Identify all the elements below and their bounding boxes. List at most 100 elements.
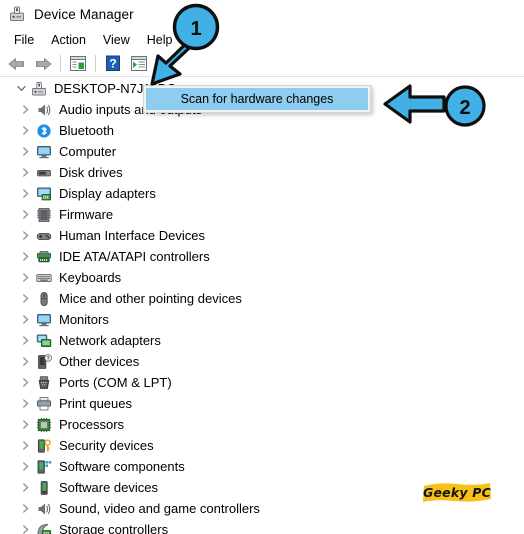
chevron-right-icon[interactable] xyxy=(18,288,32,309)
chevron-right-icon[interactable] xyxy=(18,141,32,162)
menu-view[interactable]: View xyxy=(97,31,141,49)
software-device-icon xyxy=(36,480,52,496)
forward-button[interactable] xyxy=(30,53,56,75)
chevron-right-icon[interactable] xyxy=(18,162,32,183)
tree-item-label: Mice and other pointing devices xyxy=(59,290,242,306)
tree-item-label: Other devices xyxy=(59,353,140,369)
chevron-right-icon[interactable] xyxy=(18,309,32,330)
network-adapter-icon xyxy=(36,333,52,349)
chevron-right-icon[interactable] xyxy=(18,414,32,435)
tree-item[interactable]: Computer xyxy=(0,141,524,162)
toolbar-separator xyxy=(156,55,157,72)
computer-root-icon xyxy=(31,81,47,97)
chevron-right-icon[interactable] xyxy=(18,393,32,414)
tree-item[interactable]: Keyboards xyxy=(0,267,524,288)
tree-item-label: IDE ATA/ATAPI controllers xyxy=(59,248,210,264)
tree-item-label: Software components xyxy=(59,458,185,474)
chevron-right-icon[interactable] xyxy=(18,183,32,204)
tree-item-label: Disk drives xyxy=(59,164,123,180)
tree-item-label: Security devices xyxy=(59,437,154,453)
tree-item-label: Keyboards xyxy=(59,269,122,285)
tree-item-label: Firmware xyxy=(59,206,114,222)
properties-button[interactable] xyxy=(65,53,91,75)
toolbar-separator xyxy=(60,55,61,72)
bluetooth-icon xyxy=(36,123,52,139)
tree-item-label: Bluetooth xyxy=(59,122,114,138)
port-connector-icon xyxy=(36,375,52,391)
tree-item[interactable]: Storage controllers xyxy=(0,519,524,534)
speaker-icon xyxy=(36,501,52,517)
scan-for-hardware-changes-item[interactable]: Scan for hardware changes xyxy=(146,88,368,110)
tree-item-label: Storage controllers xyxy=(59,521,169,534)
ide-controller-icon xyxy=(36,249,52,265)
back-button[interactable] xyxy=(4,53,30,75)
chevron-right-icon[interactable] xyxy=(18,477,32,498)
software-component-icon xyxy=(36,459,52,475)
monitor-icon xyxy=(36,312,52,328)
disk-drive-icon xyxy=(36,165,52,181)
storage-controller-icon xyxy=(36,522,52,534)
chevron-right-icon[interactable] xyxy=(18,498,32,519)
mouse-icon xyxy=(36,291,52,307)
menu-file[interactable]: File xyxy=(8,31,45,49)
tree-item[interactable]: IDE ATA/ATAPI controllers xyxy=(0,246,524,267)
processor-icon xyxy=(36,417,52,433)
menu-help[interactable]: Help xyxy=(141,31,184,49)
tree-item[interactable]: Disk drives xyxy=(0,162,524,183)
chevron-right-icon[interactable] xyxy=(18,246,32,267)
chevron-right-icon[interactable] xyxy=(18,120,32,141)
toolbar: ? xyxy=(0,51,524,76)
svg-text:?: ? xyxy=(47,355,50,361)
tree-item-label: Sound, video and game controllers xyxy=(59,500,260,516)
chevron-right-icon[interactable] xyxy=(18,330,32,351)
window-title: Device Manager xyxy=(34,6,134,22)
chevron-right-icon[interactable] xyxy=(18,351,32,372)
firmware-chip-icon xyxy=(36,207,52,223)
help-button[interactable]: ? xyxy=(100,53,126,75)
display-adapter-icon xyxy=(36,186,52,202)
chevron-right-icon[interactable] xyxy=(18,519,32,534)
context-menu[interactable]: Scan for hardware changes xyxy=(143,85,371,113)
tree-item-label: Print queues xyxy=(59,395,132,411)
tree-item-label: Human Interface Devices xyxy=(59,227,205,243)
tree-item-label: Software devices xyxy=(59,479,158,495)
tree-item[interactable]: Monitors xyxy=(0,309,524,330)
chevron-right-icon[interactable] xyxy=(18,267,32,288)
chevron-right-icon[interactable] xyxy=(18,456,32,477)
tree-item[interactable]: Bluetooth xyxy=(0,120,524,141)
toolbar-separator xyxy=(95,55,96,72)
tree-item[interactable]: Human Interface Devices xyxy=(0,225,524,246)
scan-button[interactable] xyxy=(126,53,152,75)
chevron-right-icon[interactable] xyxy=(18,204,32,225)
chevron-down-icon[interactable] xyxy=(14,78,28,99)
chevron-right-icon[interactable] xyxy=(18,435,32,456)
chevron-right-icon[interactable] xyxy=(18,372,32,393)
printer-icon xyxy=(36,396,52,412)
tree-item-label: Network adapters xyxy=(59,332,161,348)
tree-item[interactable]: Processors xyxy=(0,414,524,435)
device-tree[interactable]: DESKTOP-N7J10BC Audio inputs and outputs… xyxy=(0,78,524,534)
tree-item[interactable]: Display adapters xyxy=(0,183,524,204)
tree-item[interactable]: Firmware xyxy=(0,204,524,225)
gamepad-icon xyxy=(36,228,52,244)
tree-item[interactable]: Security devices xyxy=(0,435,524,456)
watermark: Geeky PC xyxy=(421,480,493,511)
toolbar-divider xyxy=(0,76,524,77)
menu-action[interactable]: Action xyxy=(45,31,97,49)
tree-item-list: Audio inputs and outputs Bluetooth Compute… xyxy=(0,99,524,534)
tree-item-label: Processors xyxy=(59,416,125,432)
speaker-icon xyxy=(36,102,52,118)
tree-item[interactable]: Network adapters xyxy=(0,330,524,351)
chevron-right-icon[interactable] xyxy=(18,99,32,120)
tree-item[interactable]: Mice and other pointing devices xyxy=(0,288,524,309)
device-manager-window: Device Manager File Action View Help ? D… xyxy=(0,0,524,534)
tree-item[interactable]: ? Other devices xyxy=(0,351,524,372)
security-key-icon xyxy=(36,438,52,454)
tree-item[interactable]: Ports (COM & LPT) xyxy=(0,372,524,393)
tree-item-label: Display adapters xyxy=(59,185,156,201)
tree-item[interactable]: Software components xyxy=(0,456,524,477)
tree-item[interactable]: Print queues xyxy=(0,393,524,414)
chevron-right-icon[interactable] xyxy=(18,225,32,246)
tree-item-label: Ports (COM & LPT) xyxy=(59,374,172,390)
device-manager-icon xyxy=(8,5,26,23)
